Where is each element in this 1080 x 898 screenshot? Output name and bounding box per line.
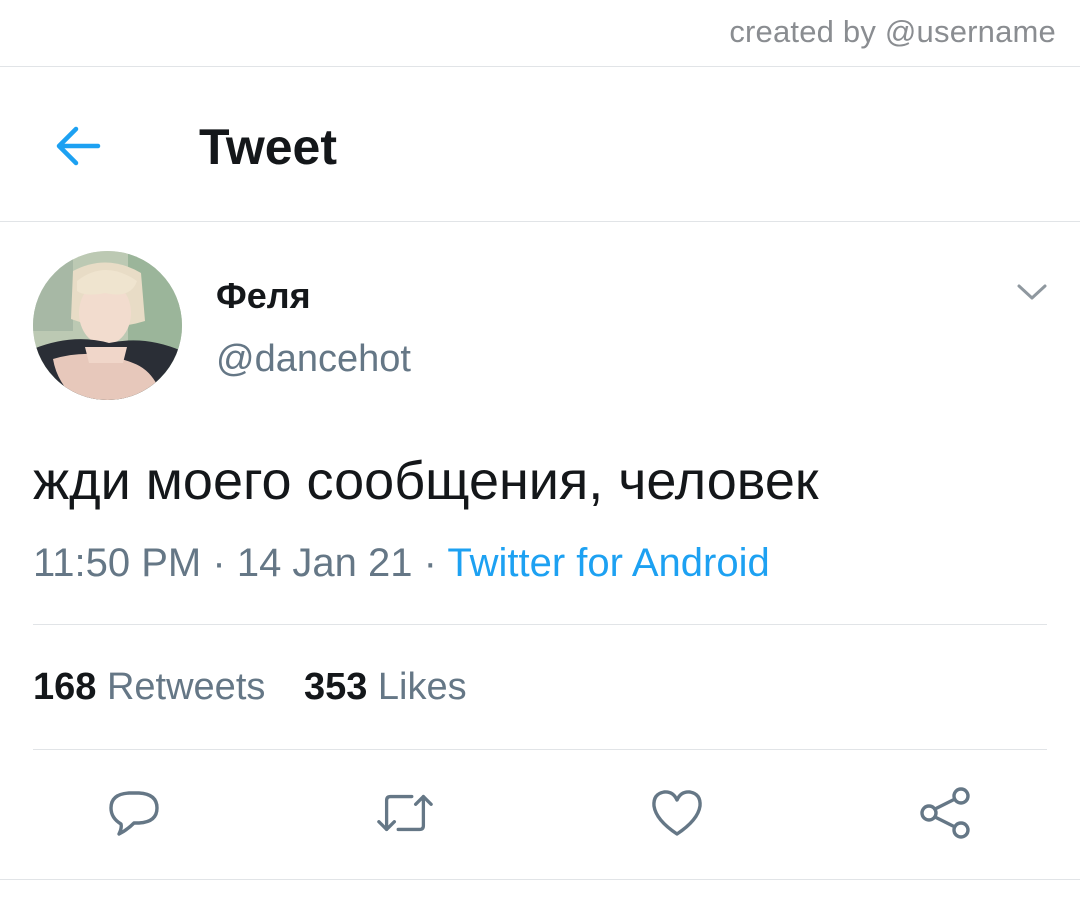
credit-watermark: created by @username [729,14,1056,49]
share-button[interactable] [916,783,976,843]
chevron-down-icon [1017,284,1047,300]
share-icon [920,787,970,839]
tweet-date: 14 Jan 21 [236,541,413,585]
tweet-text: жди моего сообщения, человек [33,451,819,511]
arrow-left-icon [56,126,101,166]
back-button[interactable] [44,116,110,176]
tweet-source-link[interactable]: Twitter for Android [447,541,769,585]
stats-divider [33,749,1047,750]
like-button[interactable] [647,783,707,843]
bottom-divider [0,879,1080,880]
page-title: Tweet [199,119,337,175]
heart-icon [652,790,702,836]
meta-separator: · [423,541,437,585]
reply-icon [109,791,159,836]
retweets-count: 168 [33,666,97,708]
likes-stat[interactable]: 353 Likes [304,666,467,709]
tweet-stats: 168 Retweets 353 Likes [33,666,467,709]
retweets-label: Retweets [106,666,266,708]
more-options-button[interactable] [1012,274,1052,310]
meta-divider [33,624,1047,625]
meta-separator: · [212,541,226,585]
header-divider [0,221,1080,222]
author-display-name[interactable]: Феля [216,275,311,317]
tweet-meta: 11:50 PM · 14 Jan 21 · Twitter for Andro… [33,541,770,586]
tweet-time: 11:50 PM [33,541,202,585]
likes-label: Likes [377,666,467,708]
retweets-stat[interactable]: 168 Retweets [33,666,265,709]
top-divider [0,66,1080,67]
reply-button[interactable] [104,783,164,843]
author-handle[interactable]: @dancehot [216,338,411,381]
likes-count: 353 [303,666,368,708]
retweet-icon [377,794,433,832]
avatar[interactable] [33,251,182,400]
retweet-button[interactable] [375,783,435,843]
